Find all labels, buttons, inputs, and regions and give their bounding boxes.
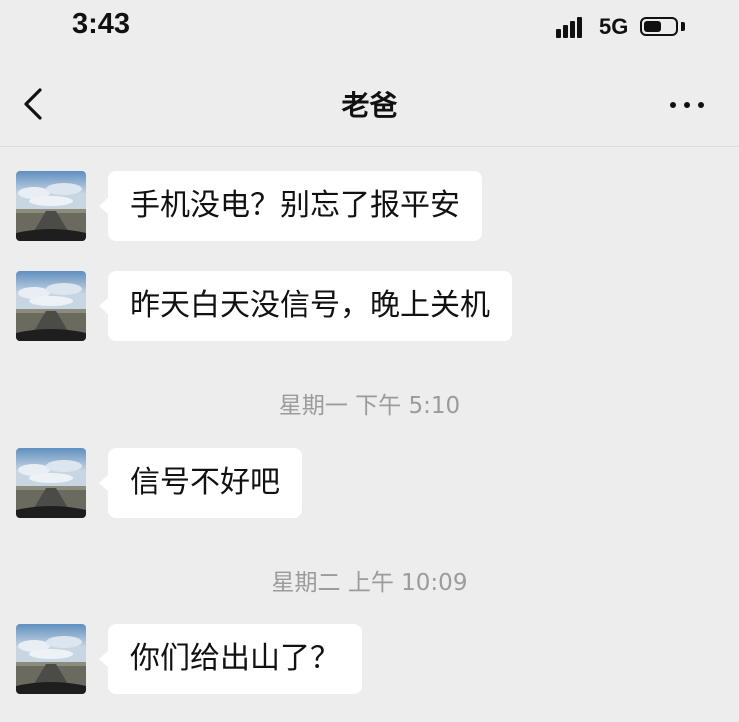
status-bar: 3:43 5G [0, 0, 739, 60]
landscape-photo-icon [16, 171, 86, 241]
message-bubble[interactable]: 手机没电？别忘了报平安 [99, 171, 482, 241]
chat-title: 老爸 [341, 89, 398, 122]
message-bubble[interactable]: 昨天白天没信号，晚上关机 [99, 271, 512, 341]
contact-avatar[interactable] [16, 171, 86, 241]
status-time: 3:43 [72, 8, 131, 40]
time-divider: 星期一 下午 5:10 [278, 393, 461, 419]
nav-bar: 老爸 [0, 60, 739, 147]
time-divider: 星期二 上午 10:09 [271, 570, 468, 596]
landscape-photo-icon [16, 448, 86, 518]
landscape-photo-icon [16, 271, 86, 341]
landscape-photo-icon [16, 624, 86, 694]
contact-avatar[interactable] [16, 448, 86, 518]
battery-tip [681, 22, 685, 31]
contact-avatar[interactable] [16, 624, 86, 694]
network-type-label: 5G [599, 14, 629, 39]
signal-strength-icon [556, 16, 590, 38]
message-bubble[interactable]: 信号不好吧 [99, 448, 302, 518]
battery-level [644, 21, 661, 32]
message-bubble[interactable]: 你们给出山了？ [99, 624, 362, 694]
contact-avatar[interactable] [16, 271, 86, 341]
battery-icon [640, 17, 678, 36]
more-options-button[interactable] [662, 82, 712, 126]
